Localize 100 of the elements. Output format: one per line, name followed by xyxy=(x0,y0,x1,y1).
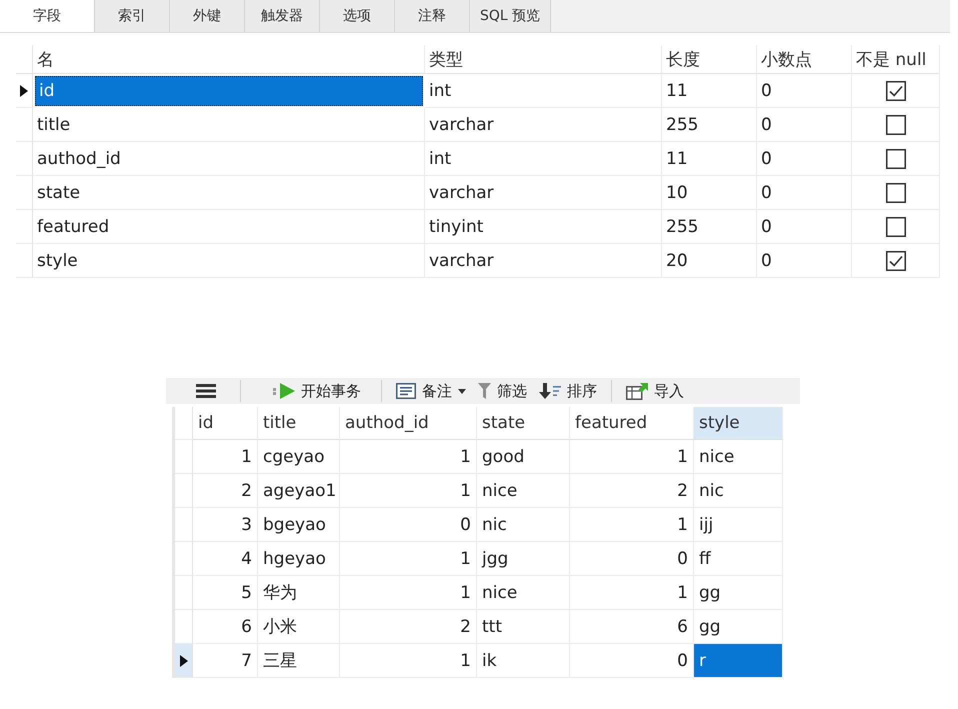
table-cell: 1 xyxy=(340,474,477,508)
sort-button[interactable]: 排序 xyxy=(533,379,603,403)
table-cell: 1 xyxy=(570,508,694,542)
table-cell: 华为 xyxy=(258,576,340,610)
table-cell: 255 xyxy=(662,108,757,142)
column-header: 小数点 xyxy=(757,45,852,74)
column-header: state xyxy=(477,407,570,440)
table-cell: 3 xyxy=(193,508,258,542)
sort-icon xyxy=(539,383,561,399)
table-cell: hgeyao xyxy=(258,542,340,576)
table-cell: featured xyxy=(33,210,425,244)
tab[interactable]: 字段 xyxy=(0,0,95,32)
table-cell: 7 xyxy=(193,644,258,678)
tab[interactable]: 选项 xyxy=(320,0,395,32)
table-cell: varchar xyxy=(425,108,662,142)
row-pointer-icon xyxy=(180,654,188,666)
table-cell: 10 xyxy=(662,176,757,210)
play-icon xyxy=(273,383,295,399)
table-cell: good xyxy=(477,440,570,474)
table-cell: jgg xyxy=(477,542,570,576)
table-cell: 1 xyxy=(340,440,477,474)
table-cell: 1 xyxy=(193,440,258,474)
table-cell: cgeyao xyxy=(258,440,340,474)
table-cell: 4 xyxy=(193,542,258,576)
table-cell: 0 xyxy=(570,542,694,576)
table-cell: gg xyxy=(694,576,783,610)
column-header: 长度 xyxy=(662,45,757,74)
table-cell: 0 xyxy=(757,74,852,108)
table-cell: 2 xyxy=(570,474,694,508)
table-cell: title xyxy=(33,108,425,142)
column-header: title xyxy=(258,407,340,440)
table-cell: ageyao1 xyxy=(258,474,340,508)
table-cell: 6 xyxy=(193,610,258,644)
table-cell: 20 xyxy=(662,244,757,278)
row-pointer-icon xyxy=(20,84,28,96)
table-cell: 2 xyxy=(340,610,477,644)
table-cell: 0 xyxy=(340,508,477,542)
checkbox[interactable] xyxy=(886,148,906,168)
tab[interactable]: 注释 xyxy=(395,0,470,32)
table-cell: 0 xyxy=(757,210,852,244)
table-cell: bgeyao xyxy=(258,508,340,542)
column-header: 不是 null xyxy=(852,45,940,74)
table-cell: 1 xyxy=(340,644,477,678)
caret-icon xyxy=(458,388,466,394)
tab[interactable]: 索引 xyxy=(95,0,170,32)
tab[interactable]: SQL 预览 xyxy=(470,0,552,32)
table-cell: 三星 xyxy=(258,644,340,678)
checkbox[interactable] xyxy=(886,182,906,202)
table-cell: 255 xyxy=(662,210,757,244)
filter-button[interactable]: 筛选 xyxy=(472,379,533,403)
table-cell: nice xyxy=(477,474,570,508)
table-cell: ff xyxy=(694,542,783,576)
table-cell: nice xyxy=(694,440,783,474)
menu-icon xyxy=(196,384,216,398)
column-header: style xyxy=(694,407,783,440)
table-cell: 1 xyxy=(570,440,694,474)
table-cell: 0 xyxy=(757,244,852,278)
table-cell: ik xyxy=(477,644,570,678)
begin-transaction-button[interactable]: 开始事务 xyxy=(249,379,373,403)
table-cell: authod_id xyxy=(33,142,425,176)
table-cell: 0 xyxy=(757,108,852,142)
table-cell: 11 xyxy=(662,74,757,108)
table-cell: int xyxy=(425,142,662,176)
table-cell: 小米 xyxy=(258,610,340,644)
table-cell: ijj xyxy=(694,508,783,542)
funnel-icon xyxy=(478,383,491,399)
table-cell: 1 xyxy=(570,576,694,610)
table-cell: 0 xyxy=(757,142,852,176)
table-cell: r xyxy=(694,644,783,678)
tab[interactable]: 外键 xyxy=(170,0,245,32)
checkbox[interactable] xyxy=(886,114,906,134)
column-header: authod_id xyxy=(340,407,477,440)
table-cell: id xyxy=(33,74,425,108)
checkbox[interactable] xyxy=(886,250,906,270)
note-button[interactable]: 备注 xyxy=(390,379,472,403)
table-cell: 11 xyxy=(662,142,757,176)
table-cell: 5 xyxy=(193,576,258,610)
table-cell: 1 xyxy=(340,576,477,610)
table-cell: nic xyxy=(477,508,570,542)
table-cell: nic xyxy=(694,474,783,508)
checkbox[interactable] xyxy=(886,80,906,100)
note-icon xyxy=(396,383,416,399)
tab[interactable]: 触发器 xyxy=(245,0,320,32)
import-button[interactable]: 导入 xyxy=(620,379,690,403)
table-cell: ttt xyxy=(477,610,570,644)
table-cell: 1 xyxy=(340,542,477,576)
table-cell: varchar xyxy=(425,176,662,210)
table-cell: nice xyxy=(477,576,570,610)
table-import-icon xyxy=(626,382,648,400)
checkbox[interactable] xyxy=(886,216,906,236)
table-cell: 6 xyxy=(570,610,694,644)
column-header: id xyxy=(193,407,258,440)
column-header: 类型 xyxy=(425,45,662,74)
table-cell: int xyxy=(425,74,662,108)
table-cell: varchar xyxy=(425,244,662,278)
table-cell: 2 xyxy=(193,474,258,508)
table-cell: tinyint xyxy=(425,210,662,244)
table-cell: 0 xyxy=(757,176,852,210)
table-cell: style xyxy=(33,244,425,278)
table-cell: state xyxy=(33,176,425,210)
